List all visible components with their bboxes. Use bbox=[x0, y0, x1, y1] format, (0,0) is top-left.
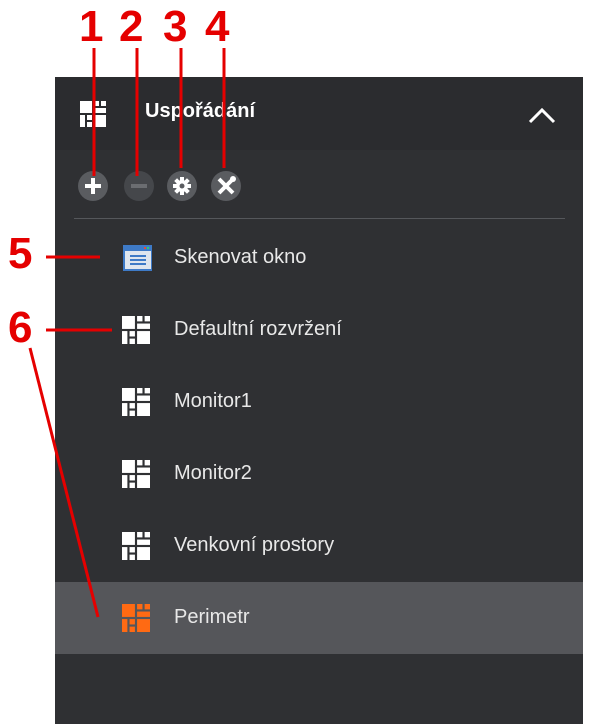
layout-grid-icon bbox=[122, 604, 150, 632]
item-label: Venkovní prostory bbox=[174, 534, 335, 556]
wrench-screwdriver-icon bbox=[211, 171, 241, 201]
layout-item-perimeter[interactable]: Perimetr bbox=[55, 582, 583, 654]
chevron-up-icon[interactable] bbox=[527, 104, 557, 126]
layout-grid-icon bbox=[122, 388, 150, 416]
layout-item-scan-window[interactable]: Skenovat okno bbox=[55, 222, 583, 294]
panel-header[interactable] bbox=[55, 77, 583, 150]
item-label: Monitor1 bbox=[174, 390, 252, 412]
callout-2: 2 bbox=[119, 2, 144, 51]
panel-title: Uspořádání bbox=[145, 100, 256, 122]
layout-grid-icon bbox=[122, 316, 150, 344]
layout-settings-button[interactable] bbox=[167, 171, 197, 201]
layout-item-monitor1[interactable]: Monitor1 bbox=[55, 366, 583, 438]
layout-item-default[interactable]: Defaultní rozvržení bbox=[55, 294, 583, 366]
remove-layout-button[interactable] bbox=[124, 171, 154, 201]
layout-item-monitor2[interactable]: Monitor2 bbox=[55, 438, 583, 510]
callout-1: 1 bbox=[79, 2, 104, 51]
gear-icon bbox=[167, 171, 197, 201]
layout-tools-button[interactable] bbox=[211, 171, 241, 201]
minus-icon bbox=[124, 171, 154, 201]
item-label: Monitor2 bbox=[174, 462, 252, 484]
plus-icon bbox=[78, 171, 108, 201]
item-label: Skenovat okno bbox=[174, 246, 307, 268]
callout-6: 6 bbox=[8, 303, 33, 352]
item-label: Defaultní rozvržení bbox=[174, 318, 342, 340]
toolbar-divider bbox=[74, 218, 565, 219]
layout-grid-icon bbox=[122, 460, 150, 488]
layout-grid-icon bbox=[122, 532, 150, 560]
item-label: Perimetr bbox=[174, 606, 250, 628]
callout-4: 4 bbox=[205, 2, 230, 51]
callout-3: 3 bbox=[163, 2, 188, 51]
layout-item-outdoor[interactable]: Venkovní prostory bbox=[55, 510, 583, 582]
callout-5: 5 bbox=[8, 229, 33, 278]
layout-grid-icon bbox=[80, 101, 106, 127]
add-layout-button[interactable] bbox=[78, 171, 108, 201]
window-icon bbox=[123, 245, 152, 271]
